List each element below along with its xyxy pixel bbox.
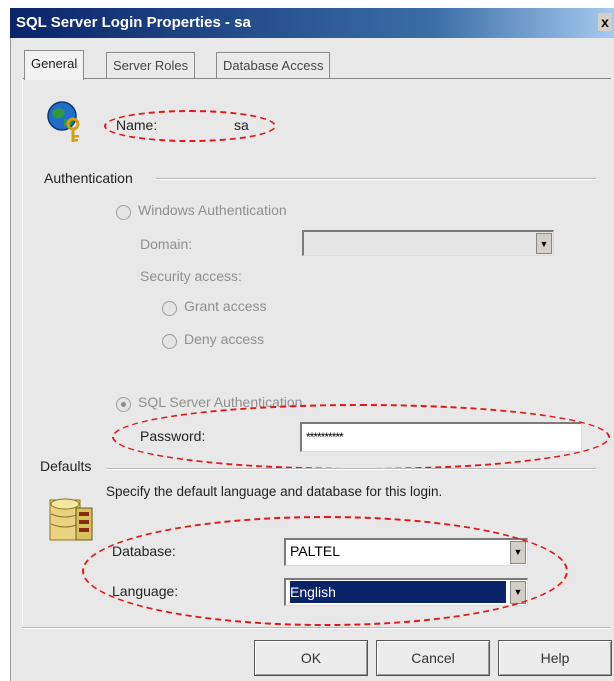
window-title: SQL Server Login Properties - sa <box>16 14 251 31</box>
database-select[interactable]: PALTEL ▼ <box>284 538 528 566</box>
close-icon[interactable]: x <box>598 13 612 31</box>
name-label-text: Name: <box>116 117 158 133</box>
authentication-divider <box>156 178 596 180</box>
tab-database-access[interactable]: Database Access <box>216 52 331 79</box>
globe-key-icon <box>46 100 86 144</box>
defaults-heading: Defaults <box>40 458 92 474</box>
security-access-label: Security access: <box>140 268 242 284</box>
database-icon <box>46 494 98 546</box>
defaults-description: Specify the default language and databas… <box>106 484 443 499</box>
tab-general[interactable]: General <box>24 50 85 80</box>
name-value: sa <box>234 117 249 133</box>
language-value: English <box>290 581 506 603</box>
chevron-down-icon[interactable]: ▼ <box>510 581 526 604</box>
cancel-button[interactable]: Cancel <box>376 640 490 676</box>
tab-label: Database Access <box>223 58 324 73</box>
grant-access-radio[interactable] <box>162 301 177 316</box>
chevron-down-icon[interactable]: ▼ <box>536 233 552 254</box>
tab-server-roles[interactable]: Server Roles <box>106 52 196 79</box>
windows-auth-radio[interactable] <box>116 205 131 220</box>
sql-auth-label: SQL Server Authentication <box>138 394 303 410</box>
tab-label: Server Roles <box>113 58 189 73</box>
defaults-divider <box>106 468 596 470</box>
database-value: PALTEL <box>290 543 341 559</box>
deny-access-radio[interactable] <box>162 334 177 349</box>
ok-button[interactable]: OK <box>254 640 368 676</box>
help-button[interactable]: Help <box>498 640 612 676</box>
domain-select[interactable]: ▼ <box>302 230 554 256</box>
name-label: Name: <box>116 117 157 133</box>
password-input[interactable]: ********** <box>300 422 582 452</box>
chevron-down-icon[interactable]: ▼ <box>510 541 526 564</box>
authentication-heading: Authentication <box>44 170 133 186</box>
sql-auth-radio[interactable] <box>116 397 131 412</box>
button-bar-divider <box>22 627 610 629</box>
grant-access-label: Grant access <box>184 298 267 314</box>
windows-auth-label: Windows Authentication <box>138 202 287 218</box>
domain-label: Domain: <box>140 236 193 252</box>
deny-access-label: Deny access <box>184 331 265 347</box>
language-select[interactable]: English ▼ <box>284 578 528 606</box>
language-label: Language: <box>112 583 179 599</box>
tab-label: General <box>31 56 78 71</box>
title-bar: SQL Server Login Properties - sa x <box>10 8 614 38</box>
database-label: Database: <box>112 543 176 559</box>
password-label: Password: <box>140 428 206 444</box>
